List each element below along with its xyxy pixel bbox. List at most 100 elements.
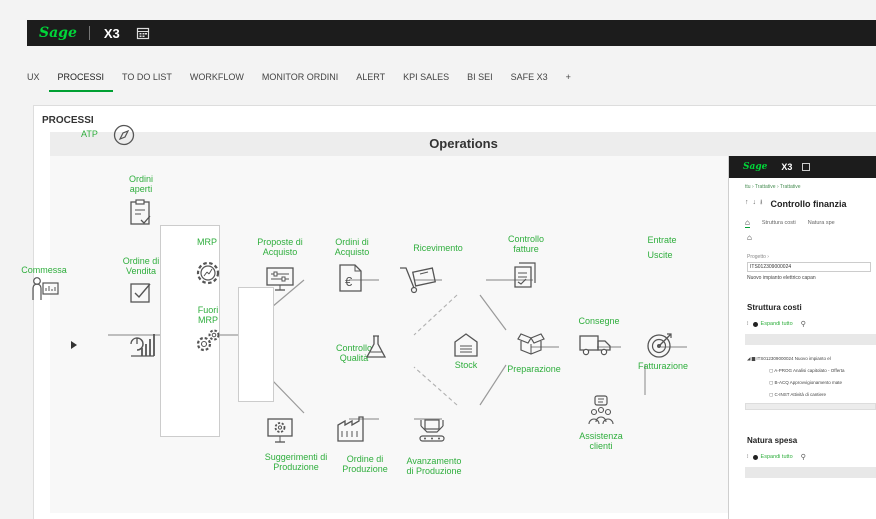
inset-nav-arrows-icon[interactable]: ↑↓⭳ [745,198,766,209]
sage-logo[interactable]: Sage [39,25,77,41]
inset-section-struttura: Struttura costi [747,303,802,312]
inset-project-field[interactable]: ITS012309000024 [747,262,871,272]
calendar-icon[interactable] [136,26,150,40]
open-box-icon[interactable] [516,330,546,356]
add-tab-button[interactable]: + [557,62,580,92]
gears-icon[interactable] [194,327,222,355]
inset-breadcrumb[interactable]: ttu › Trattative › Trattative [745,184,876,190]
presenter-icon[interactable] [30,276,60,302]
inset-sage-logo: Sage [743,162,768,172]
commessa-label[interactable]: Commessa [21,265,67,275]
euro-document-icon[interactable]: € [336,263,364,293]
atp-label[interactable]: ATP [81,129,98,139]
inset-toolbar-2: ⁞ Espandi tutto ⚲ [747,453,876,461]
inset-section-natura: Natura spesa [747,436,798,445]
inset-home-icon-2[interactable]: ⌂ [747,233,876,242]
inset-tree-text: ITS012309000024 Nuovo impianto el [756,356,831,361]
tab-alert[interactable]: ALERT [347,62,394,92]
uscite-label[interactable]: Uscite [647,250,672,260]
proposte-label[interactable]: Proposte di Acquisto [257,237,303,257]
app-header: Sage X3 [27,20,876,46]
truck-icon[interactable] [578,333,612,357]
conveyor-icon[interactable] [416,416,448,444]
clipboard-check-icon[interactable] [129,198,153,226]
inset-screenshot: Sage X3 ttu › Trattative › Trattative ↑↓… [728,156,876,519]
stock-label[interactable]: Stock [455,360,478,370]
inset-tree-row[interactable]: ▢ B-ACQ Approvvigionamento mate [747,377,876,389]
ordini-aperti-label[interactable]: Ordini aperti [129,174,153,194]
tab-bi-sei[interactable]: BI SEI [458,62,502,92]
mrp-label[interactable]: MRP [197,237,217,247]
ordine-produzione-label[interactable]: Ordine di Produzione [342,454,388,474]
inset-table-header-2 [745,467,876,478]
hand-truck-icon[interactable] [398,264,438,294]
inset-tree: ◢ ▆ ITS012309000024 Nuovo impianto el ▢ … [747,353,876,401]
inset-tree-text: B-ACQ Approvvigionamento mate [774,380,843,385]
factory-icon[interactable] [336,413,366,443]
tab-kpi-sales[interactable]: KPI SALES [394,62,458,92]
inset-tabs: ⌂ Struttura costi Natura spe [745,218,876,228]
inset-tab-struttura[interactable]: Struttura costi [762,220,796,226]
tab-bar: UX PROCESSI TO DO LIST WORKFLOW MONITOR … [27,62,876,92]
inset-expand-icon-2 [752,454,758,460]
inset-toolbar-divider-2: ⁞ [747,454,749,460]
fatturazione-label[interactable]: Fatturazione [638,361,688,371]
inset-table-header [745,334,876,345]
warehouse-icon[interactable] [453,332,479,358]
fuori-mrp-label[interactable]: Fuori MRP [198,305,219,325]
inset-heading-row: ↑↓⭳ Controllo finanzia [745,198,876,209]
inset-field-description: Nuovo impianto elettrico capan [747,275,816,281]
inset-expand-all[interactable]: Espandi tutto [761,321,793,327]
inset-tab-natura[interactable]: Natura spe [808,220,835,226]
app-title: X3 [103,25,120,41]
inset-search-icon-2[interactable]: ⚲ [801,453,806,461]
tab-safe-x3[interactable]: SAFE X3 [502,62,557,92]
compass-icon[interactable] [113,124,135,146]
inset-header: Sage X3 [729,156,876,178]
tab-to-do-list[interactable]: TO DO LIST [113,62,181,92]
inset-heading: Controllo finanzia [770,198,847,209]
assistenza-label[interactable]: Assistenza clienti [579,431,623,451]
page-title: PROCESSI [42,115,94,126]
inset-app-title: X3 [781,162,793,172]
invoice-check-icon[interactable] [511,259,539,289]
inset-tree-row[interactable]: ▢ A-PROG Analisi capitolato - Offerta [747,365,876,377]
inset-home-icon[interactable]: ⌂ [745,218,750,228]
mrp-box [238,287,274,402]
inset-toolbar: ⁞ Espandi tutto ⚲ [747,320,876,328]
avanzamento-label[interactable]: Avanzamento di Produzione [406,456,461,476]
inset-search-icon[interactable]: ⚲ [801,320,806,328]
consegne-label[interactable]: Consegne [578,316,619,326]
inset-tree-row[interactable]: ▢ C-INST Attività di cantiere [747,389,876,401]
checkbox-icon[interactable] [129,280,153,304]
inset-calendar-icon [802,163,811,171]
tab-ux[interactable]: UX [27,62,49,92]
inset-scrollbar[interactable] [745,403,876,410]
tab-processi[interactable]: PROCESSI [48,62,114,92]
inset-expand-all-2[interactable]: Espandi tutto [761,454,793,460]
inset-expand-icon [752,321,758,327]
preparazione-label[interactable]: Preparazione [507,364,561,374]
tab-monitor-ordini[interactable]: MONITOR ORDINI [253,62,347,92]
flask-icon[interactable] [364,334,388,360]
entrate-label[interactable]: Entrate [647,235,676,245]
monitor-settings-icon[interactable] [265,266,295,292]
target-icon[interactable] [645,330,675,360]
controllo-fatture-label[interactable]: Controllo fatture [508,234,544,254]
inset-tree-text: A-PROG Analisi capitolato - Offerta [774,368,845,373]
forecast-chart-icon[interactable] [128,330,156,358]
ricevimento-label[interactable]: Ricevimento [413,243,463,253]
inset-tree-row[interactable]: ◢ ▆ ITS012309000024 Nuovo impianto el [747,353,876,365]
suggerimenti-label[interactable]: Suggerimenti di Produzione [265,452,328,472]
svg-text:€: € [345,274,353,289]
gear-chart-icon[interactable] [194,259,222,287]
customer-support-icon[interactable] [587,394,615,428]
ordini-acquisto-label[interactable]: Ordini di Acquisto [335,237,370,257]
inset-field-label: Progetto › [747,254,769,260]
tab-workflow[interactable]: WORKFLOW [181,62,253,92]
ordine-vendita-label[interactable]: Ordine di Vendita [123,256,160,276]
header-separator [88,26,90,40]
operations-header: Operations [50,132,876,156]
inset-tree-text: C-INST Attività di cantiere [774,392,826,397]
monitor-gear-icon[interactable] [265,417,295,445]
